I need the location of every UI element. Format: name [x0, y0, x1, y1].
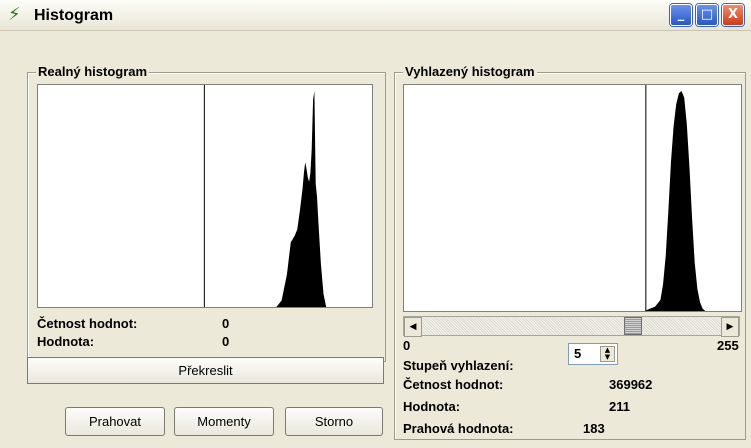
real-histogram-plot[interactable] — [37, 84, 373, 308]
real-histogram-chart — [203, 85, 327, 307]
histogram-window: ⚡ Histogram _ □ X Realný histogram Četno… — [0, 0, 751, 448]
scroll-right-button[interactable]: ▶ — [721, 317, 739, 337]
range-max-label: 255 — [717, 338, 739, 353]
spin-down-icon[interactable]: ▼ — [601, 354, 614, 361]
smoothed-histogram-title: Vyhlazený histogram — [403, 64, 537, 79]
histogram-area — [644, 91, 706, 311]
smoothed-histogram-chart — [644, 85, 706, 311]
real-value-label: Hodnota: — [37, 334, 95, 349]
smoothing-value: 5 — [574, 346, 582, 361]
smoothed-histogram-plot[interactable] — [403, 84, 742, 312]
slider-thumb[interactable] — [623, 317, 642, 335]
smoothing-spinner[interactable]: 5 ▲ ▼ — [568, 343, 618, 365]
threshold-value-label: Prahová hodnota: — [403, 421, 514, 436]
real-histogram-title: Realný histogram — [36, 64, 150, 79]
range-min-label: 0 — [403, 338, 411, 353]
smoothed-frequency-label: Četnost hodnot: — [403, 377, 504, 392]
threshold-button[interactable]: Prahovat — [65, 407, 165, 436]
redraw-button[interactable]: Překreslit — [27, 357, 384, 384]
minimize-button[interactable]: _ — [670, 4, 692, 26]
smoothed-value-label: Hodnota: — [403, 399, 461, 414]
smoothed-frequency-value: 369962 — [609, 377, 653, 392]
spinner-buttons[interactable]: ▲ ▼ — [600, 346, 615, 362]
cancel-button[interactable]: Storno — [285, 407, 383, 436]
real-frequency-label: Četnost hodnot: — [37, 316, 138, 331]
smoothed-value-value: 211 — [609, 399, 630, 414]
histogram-area — [276, 91, 327, 307]
threshold-value-value: 183 — [583, 421, 605, 436]
moments-button[interactable]: Momenty — [174, 407, 274, 436]
real-frequency-value: 0 — [222, 316, 230, 331]
app-icon: ⚡ — [8, 4, 21, 25]
window-title: Histogram — [34, 7, 114, 24]
smoothing-label: Stupeň vyhlazení: — [403, 358, 514, 373]
close-button[interactable]: X — [722, 4, 744, 26]
title-bar[interactable]: ⚡ Histogram _ □ X — [0, 0, 751, 31]
threshold-slider[interactable]: ◀ ▶ — [403, 316, 740, 337]
maximize-button[interactable]: □ — [696, 4, 718, 26]
real-value-value: 0 — [222, 334, 230, 349]
scroll-left-button[interactable]: ◀ — [404, 317, 422, 337]
